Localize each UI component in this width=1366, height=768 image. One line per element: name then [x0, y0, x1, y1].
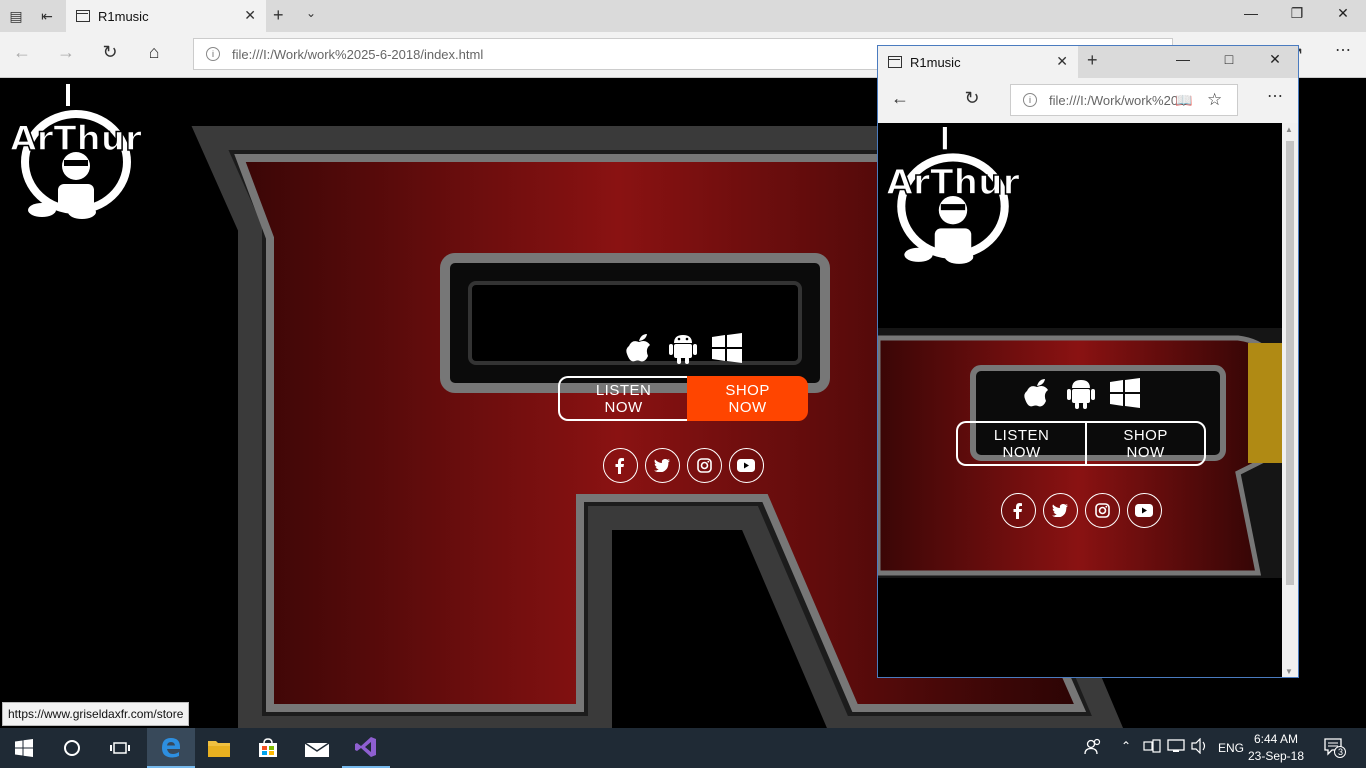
- secondary-page-content: ArThur LISTEN NOW SHOP NOW: [878, 123, 1282, 677]
- tab-groups-icon[interactable]: ▤: [6, 6, 26, 26]
- favorite-star-icon[interactable]: ☆: [1207, 90, 1222, 110]
- tab-r1music[interactable]: R1music ✕: [66, 0, 266, 32]
- vertical-scrollbar[interactable]: ▲ ▼: [1282, 123, 1298, 677]
- set-tabs-aside-icon[interactable]: ⇤: [37, 6, 57, 26]
- more-menu-button[interactable]: ⋯: [1335, 40, 1352, 60]
- home-button[interactable]: ⌂: [142, 42, 166, 63]
- secondary-browser-window: R1music ✕ + — □ ✕ ← ↻ i file:///I:/Work/…: [877, 45, 1299, 678]
- secondary-tab-title: R1music: [910, 55, 961, 70]
- cortana-search-icon[interactable]: [48, 728, 96, 768]
- arthur-logo: ArThur: [10, 84, 143, 219]
- notification-count: 3: [1338, 747, 1344, 757]
- task-view-icon[interactable]: [96, 728, 144, 768]
- clock[interactable]: 6:44 AM 23-Sep-18: [1246, 731, 1306, 765]
- secondary-tab-r1music[interactable]: R1music ✕: [878, 46, 1078, 78]
- file-explorer-icon[interactable]: [195, 728, 243, 768]
- android-icon[interactable]: [666, 331, 700, 365]
- taskbar: ⌃ ENG 6:44 AM 23-Sep-18 3: [0, 728, 1366, 768]
- social-links: [558, 448, 808, 483]
- close-tab-icon[interactable]: ✕: [244, 7, 256, 24]
- action-center-icon[interactable]: 3: [1324, 738, 1346, 761]
- clock-date: 23-Sep-18: [1247, 749, 1305, 763]
- secondary-address-bar: ← ↻ i file:///I:/Work/work%2025-6-2018/i…: [878, 78, 1298, 123]
- cta-buttons: LISTEN NOW SHOP NOW: [956, 421, 1206, 466]
- instagram-icon[interactable]: [1084, 493, 1120, 528]
- arthur-logo: ArThur: [886, 127, 1020, 264]
- new-tab-button[interactable]: +: [273, 5, 284, 26]
- page-icon: [76, 10, 90, 22]
- edge-taskbar-icon[interactable]: [147, 728, 195, 768]
- minimize-button[interactable]: —: [1228, 5, 1274, 21]
- youtube-icon[interactable]: [728, 448, 764, 483]
- listen-now-button[interactable]: LISTEN NOW: [558, 376, 688, 421]
- shop-now-button[interactable]: SHOP NOW: [1085, 421, 1206, 466]
- chevron-up-icon[interactable]: ⌃: [1121, 739, 1131, 753]
- network-device-icon[interactable]: [1143, 739, 1161, 756]
- restore-button[interactable]: ❐: [1274, 5, 1320, 22]
- hero-block: LISTEN NOW SHOP NOW: [956, 373, 1206, 528]
- social-links: [956, 493, 1206, 528]
- close-window-button[interactable]: ✕: [1252, 51, 1298, 68]
- network-icon[interactable]: [1167, 739, 1185, 756]
- back-button[interactable]: ←: [10, 42, 34, 63]
- instagram-icon[interactable]: [686, 448, 722, 483]
- page-icon: [888, 56, 902, 68]
- language-indicator[interactable]: ENG: [1218, 741, 1244, 755]
- url-text: file:///I:/Work/work%2025-6-2018/index.h…: [232, 47, 484, 62]
- apple-icon[interactable]: [622, 331, 656, 365]
- close-window-button[interactable]: ✕: [1320, 5, 1366, 22]
- info-icon[interactable]: i: [206, 47, 220, 61]
- listen-now-button[interactable]: LISTEN NOW: [956, 421, 1086, 466]
- cta-buttons: LISTEN NOW SHOP NOW: [558, 376, 808, 421]
- forward-button[interactable]: →: [54, 42, 78, 63]
- platform-icons: [956, 373, 1206, 413]
- close-tab-icon[interactable]: ✕: [1056, 53, 1068, 70]
- secondary-url-field[interactable]: i file:///I:/Work/work%2025-6-2018/index…: [1010, 84, 1238, 116]
- youtube-icon[interactable]: [1126, 493, 1162, 528]
- shop-now-button[interactable]: SHOP NOW: [687, 376, 808, 421]
- clock-time: 6:44 AM: [1253, 732, 1299, 746]
- mail-icon[interactable]: [293, 728, 341, 768]
- chevron-down-icon[interactable]: ⌄: [306, 6, 316, 20]
- maximize-button[interactable]: □: [1206, 51, 1252, 67]
- start-button[interactable]: [0, 728, 48, 768]
- facebook-icon[interactable]: [602, 448, 638, 483]
- more-menu-button[interactable]: ⋯: [1267, 86, 1284, 106]
- new-tab-button[interactable]: +: [1087, 50, 1098, 71]
- tab-title: R1music: [98, 9, 149, 24]
- store-icon[interactable]: [244, 728, 292, 768]
- windows-icon[interactable]: [710, 331, 744, 365]
- status-bar-link: https://www.griseldaxfr.com/store: [2, 702, 190, 726]
- info-icon[interactable]: i: [1023, 93, 1037, 107]
- reading-view-icon[interactable]: 📖: [1175, 92, 1192, 109]
- scrollbar-thumb[interactable]: [1286, 141, 1294, 585]
- refresh-button[interactable]: ↻: [98, 42, 122, 63]
- main-tab-bar: ▤ ⇤ R1music ✕ + ⌄ — ❐ ✕: [0, 0, 1366, 32]
- secondary-url-text: file:///I:/Work/work%2025-6-2018/index.h…: [1049, 93, 1179, 108]
- scroll-down-icon[interactable]: ▼: [1285, 667, 1293, 676]
- scroll-up-icon[interactable]: ▲: [1285, 125, 1293, 134]
- facebook-icon[interactable]: [1000, 493, 1036, 528]
- twitter-icon[interactable]: [1042, 493, 1078, 528]
- volume-icon[interactable]: [1191, 737, 1209, 757]
- twitter-icon[interactable]: [644, 448, 680, 483]
- android-icon[interactable]: [1064, 376, 1098, 410]
- people-icon[interactable]: [1084, 738, 1102, 759]
- apple-icon[interactable]: [1020, 376, 1054, 410]
- platform-icons: [558, 328, 808, 368]
- minimize-button[interactable]: —: [1160, 51, 1206, 67]
- visual-studio-icon[interactable]: [342, 728, 390, 768]
- back-button[interactable]: ←: [888, 88, 912, 109]
- refresh-button[interactable]: ↻: [960, 88, 984, 109]
- windows-icon[interactable]: [1108, 376, 1142, 410]
- secondary-tab-bar: R1music ✕ + — □ ✕: [878, 46, 1298, 78]
- hero-block: LISTEN NOW SHOP NOW: [558, 328, 808, 483]
